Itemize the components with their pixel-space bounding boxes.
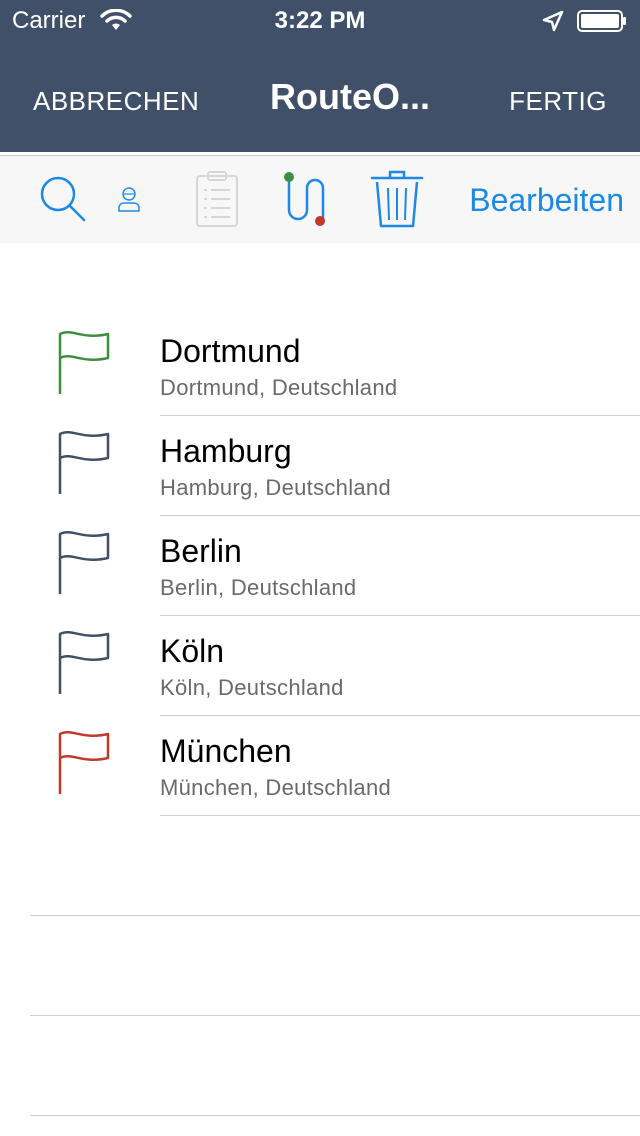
list-item[interactable]: München München, Deutschland <box>0 700 640 816</box>
empty-row-divider <box>30 915 640 916</box>
route-icon[interactable] <box>280 170 330 228</box>
empty-row-divider <box>30 1015 640 1016</box>
flag-icon <box>58 431 110 494</box>
flag-icon <box>58 731 110 794</box>
stop-name: Köln <box>160 633 225 669</box>
clipboard-icon[interactable] <box>194 170 240 228</box>
toolbar: Bearbeiten <box>0 155 640 243</box>
stop-name: Hamburg <box>160 433 292 469</box>
page-title: RouteO... <box>270 76 430 117</box>
location-arrow-icon <box>542 10 564 32</box>
trash-icon[interactable] <box>370 168 424 230</box>
flag-icon <box>58 331 110 394</box>
list-item[interactable]: Berlin Berlin, Deutschland <box>0 500 640 616</box>
stop-address: Hamburg, Deutschland <box>160 475 392 500</box>
empty-row-divider <box>30 1115 640 1116</box>
list-item[interactable]: Köln Köln, Deutschland <box>0 600 640 716</box>
stop-address: Dortmund, Deutschland <box>160 375 398 400</box>
stop-name: Berlin <box>160 533 242 569</box>
stop-name: Dortmund <box>160 333 301 369</box>
row-divider <box>160 815 640 816</box>
done-button[interactable]: FERTIG <box>509 86 607 117</box>
navigation-bar: Carrier 3:22 PM ABBRECHEN RouteO... FERT… <box>0 0 640 152</box>
stop-address: Köln, Deutschland <box>160 675 344 700</box>
list-item[interactable]: Dortmund Dortmund, Deutschland <box>0 300 640 416</box>
search-icon[interactable] <box>38 174 88 224</box>
person-icon[interactable] <box>116 186 142 212</box>
flag-icon <box>58 631 110 694</box>
edit-button[interactable]: Bearbeiten <box>469 182 624 219</box>
status-bar: Carrier 3:22 PM <box>0 0 640 40</box>
stop-address: München, Deutschland <box>160 775 392 800</box>
stop-name: München <box>160 733 292 769</box>
cancel-button[interactable]: ABBRECHEN <box>33 86 199 117</box>
stops-list: Dortmund Dortmund, Deutschland Hamburg H… <box>0 300 640 816</box>
list-item[interactable]: Hamburg Hamburg, Deutschland <box>0 400 640 516</box>
flag-icon <box>58 531 110 594</box>
battery-icon <box>577 10 626 32</box>
stop-address: Berlin, Deutschland <box>160 575 357 600</box>
